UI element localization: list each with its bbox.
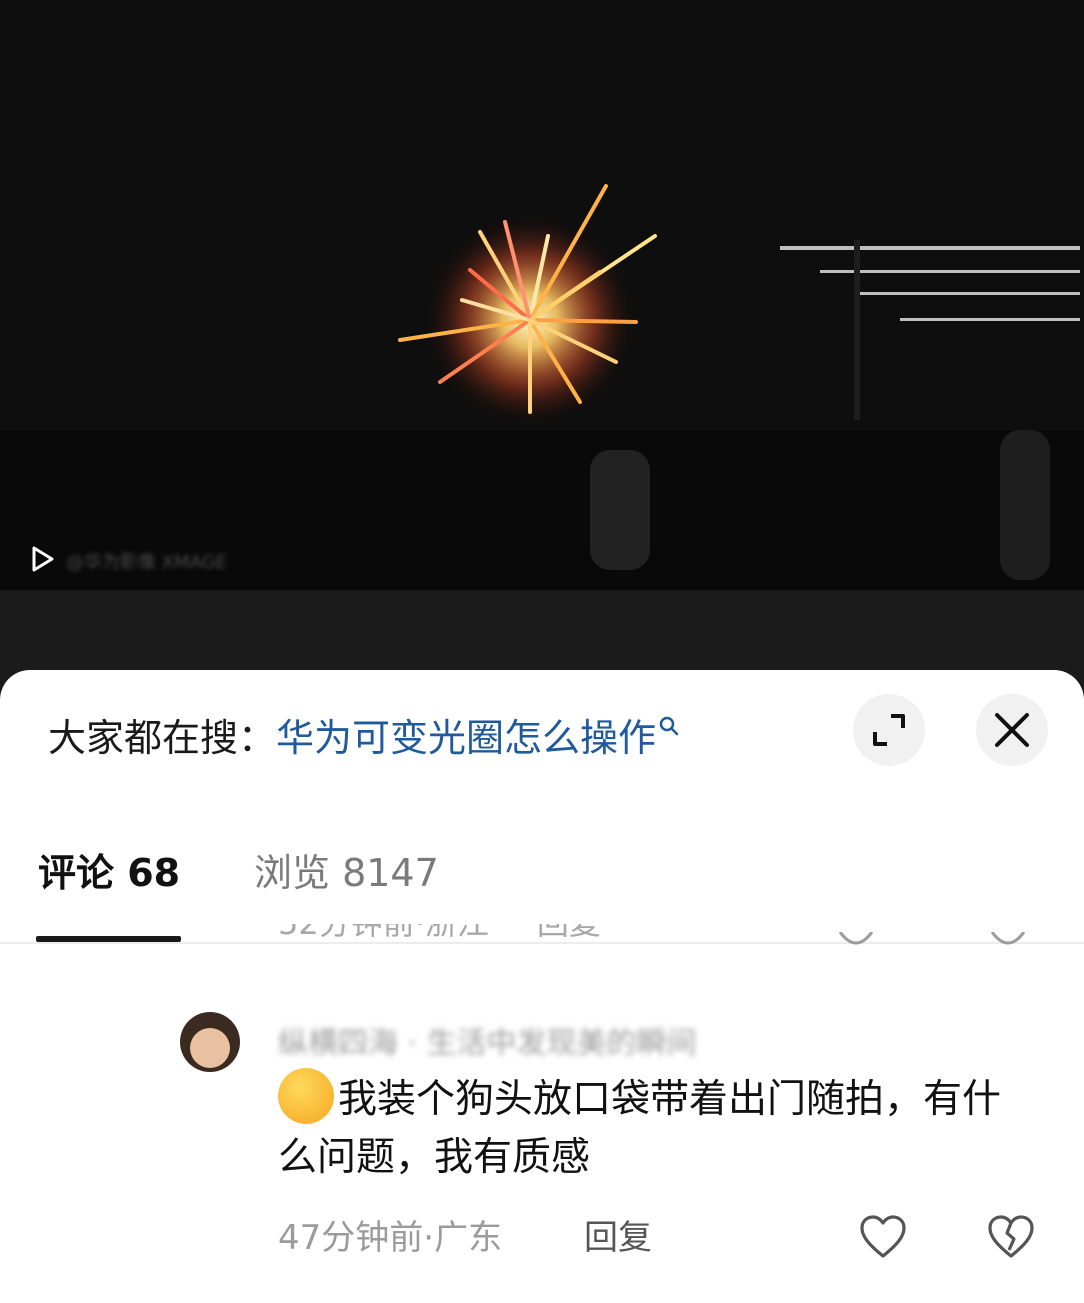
previous-comment-meta: 52分钟前·浙江 回复 xyxy=(278,924,601,960)
avatar[interactable] xyxy=(180,1012,240,1072)
search-prefix: 大家都在搜： xyxy=(48,715,277,760)
expand-button[interactable] xyxy=(853,694,925,766)
comments-sheet: 大家都在搜： 华为可变光圈怎么操作 评论 68 浏览 8147 52分钟前·浙江… xyxy=(0,670,1084,1303)
close-icon xyxy=(995,713,1029,747)
comment-time-location: 47分钟前·广东 xyxy=(278,1218,503,1258)
fireworks-video-frame xyxy=(0,0,1084,590)
search-icon xyxy=(659,716,679,736)
comment-body: 我装个狗头放口袋带着出门随拍，有什么问题，我有质感 xyxy=(278,1068,1038,1187)
tab-views[interactable]: 浏览 8147 xyxy=(254,842,439,897)
reply-button[interactable]: 回复 xyxy=(584,1210,652,1259)
trending-search[interactable]: 大家都在搜： 华为可变光圈怎么操作 xyxy=(48,706,680,762)
previous-heart-icon[interactable] xyxy=(836,932,876,946)
video-bottom-bar xyxy=(0,590,1084,680)
previous-broken-heart-icon[interactable] xyxy=(988,932,1028,946)
video-watermark: @华为影像 XMAGE xyxy=(66,552,227,573)
comment-text: 我装个狗头放口袋带着出门随拍，有什么问题，我有质感 xyxy=(278,1077,1002,1180)
play-icon[interactable] xyxy=(28,545,56,573)
search-term-link[interactable]: 华为可变光圈怎么操作 xyxy=(276,707,656,762)
broken-heart-icon[interactable] xyxy=(986,1214,1036,1260)
expand-icon xyxy=(873,714,905,746)
heart-icon[interactable] xyxy=(858,1214,908,1260)
close-button[interactable] xyxy=(976,694,1048,766)
comment-username[interactable]: 纵横四海 · 生活中发现美的瞬间 xyxy=(278,1018,697,1062)
video-player[interactable]: @华为影像 XMAGE xyxy=(0,0,1084,590)
previous-comment-time: 52分钟前·浙江 xyxy=(278,924,489,942)
tab-comments[interactable]: 评论 68 xyxy=(38,842,180,897)
shushing-face-emoji xyxy=(278,1068,334,1124)
previous-comment-reply[interactable]: 回复 xyxy=(537,924,601,942)
